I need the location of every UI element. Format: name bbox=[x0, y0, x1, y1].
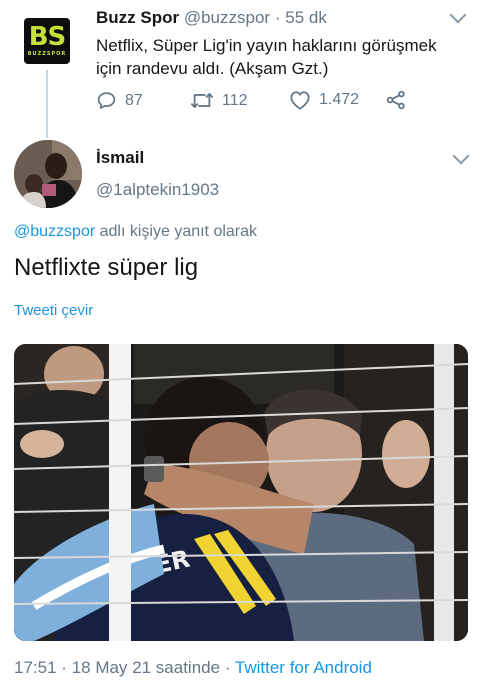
tweet-date: 18 May 21 saatinde bbox=[71, 658, 221, 677]
replying-to-label: adlı kişiye yanıt olarak bbox=[95, 223, 258, 240]
reply-icon bbox=[97, 92, 116, 109]
reply-author-name[interactable]: İsmail bbox=[96, 148, 144, 168]
chevron-down-icon[interactable] bbox=[452, 147, 470, 165]
replying-to-mention[interactable]: @buzzspor bbox=[14, 223, 95, 240]
retweet-icon bbox=[190, 93, 214, 108]
share-button[interactable] bbox=[386, 90, 406, 110]
reply-tweet-text: Netflixte süper lig bbox=[14, 254, 199, 281]
avatar-logo-subtext: BUZZSPOR bbox=[27, 51, 67, 57]
replying-to-line: @buzzspor adlı kişiye yanıt olarak bbox=[14, 223, 257, 241]
thread-connector-line bbox=[46, 70, 48, 138]
meta-separator: · bbox=[61, 658, 67, 677]
translate-tweet-link[interactable]: Tweeti çevir bbox=[14, 302, 93, 319]
user-avatar[interactable] bbox=[14, 140, 82, 208]
heart-icon bbox=[290, 91, 310, 110]
like-count: 1.472 bbox=[319, 91, 360, 108]
reply-button[interactable]: 87 bbox=[96, 90, 143, 111]
reply-count: 87 bbox=[125, 91, 143, 109]
tweet-photo[interactable]: ELER bbox=[14, 344, 468, 641]
avatar-photo bbox=[14, 140, 82, 208]
buzzspor-avatar[interactable]: BS BUZZSPOR bbox=[24, 18, 70, 64]
retweet-button[interactable]: 112 bbox=[190, 90, 248, 111]
tweet-timestamp: 17:51 bbox=[14, 658, 57, 677]
parent-tweet[interactable]: BS BUZZSPOR Buzz Spor @buzzspor · 55 dk … bbox=[0, 0, 482, 140]
parent-tweet-text: Netflix, Süper Lig'in yayın haklarını gö… bbox=[96, 36, 437, 78]
share-icon bbox=[386, 90, 405, 110]
tweet-source-link[interactable]: Twitter for Android bbox=[235, 658, 372, 677]
meta-separator: · bbox=[224, 658, 231, 677]
parent-tweet-header: Buzz Spor @buzzspor · 55 dk bbox=[96, 8, 327, 28]
tweet-time[interactable]: 55 dk bbox=[285, 8, 327, 27]
chevron-down-icon[interactable] bbox=[449, 6, 467, 24]
reply-author-handle[interactable]: @1alptekin1903 bbox=[96, 180, 219, 200]
author-name[interactable]: Buzz Spor bbox=[96, 8, 179, 27]
avatar-logo-text: BS bbox=[28, 22, 67, 52]
like-button[interactable]: 1.472 bbox=[289, 90, 359, 110]
separator-dot: · bbox=[274, 8, 281, 27]
retweet-count: 112 bbox=[222, 91, 248, 109]
author-handle[interactable]: @buzzspor bbox=[184, 8, 270, 27]
tweet-meta: 17:51 · 18 May 21 saatinde · Twitter for… bbox=[14, 658, 372, 678]
tweet-actions: 87 112 1.472 bbox=[96, 90, 466, 112]
